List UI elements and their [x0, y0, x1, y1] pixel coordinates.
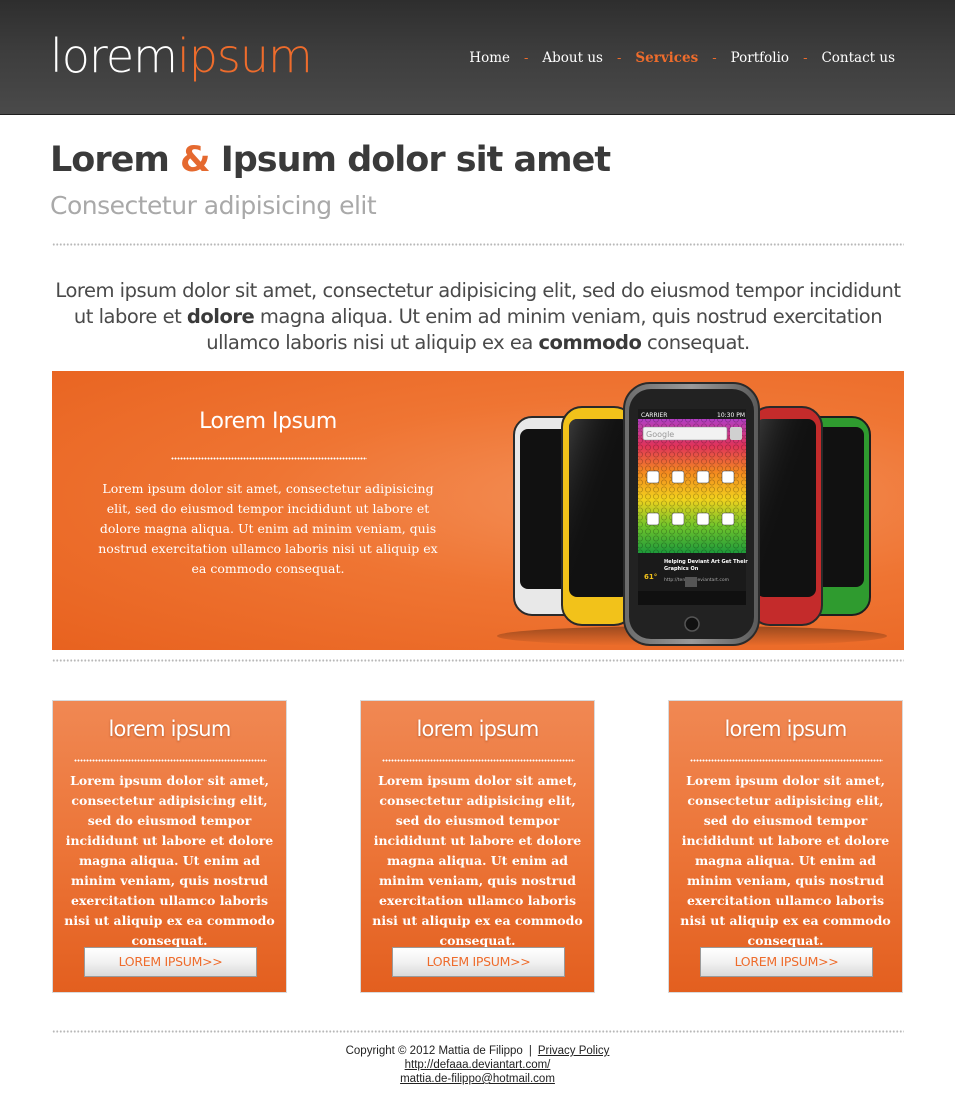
- feature-title: lorem ipsum: [108, 717, 232, 741]
- page-subtitle: Consectetur adipisicing elit: [50, 191, 377, 220]
- nav-item-contact[interactable]: Contact us: [821, 50, 895, 66]
- nav-separator: -: [712, 50, 717, 66]
- phone-widget-line1: Helping Deviant Art Get Their: [664, 559, 748, 565]
- page-title: Lorem & Ipsum dolor sit amet: [50, 140, 611, 180]
- feature-box: lorem ipsum Lorem ipsum dolor sit amet, …: [360, 700, 595, 993]
- footer-separator: |: [528, 1045, 532, 1057]
- phones-image: CARRIER 10:30 PM Google 61° Helping Devi…: [497, 382, 887, 646]
- nav-separator: -: [803, 50, 808, 66]
- phone-time: 10:30 PM: [717, 412, 745, 419]
- nav-item-home[interactable]: Home: [469, 50, 510, 66]
- nav-item-services[interactable]: Services: [635, 50, 698, 66]
- nav-item-portfolio[interactable]: Portfolio: [731, 50, 789, 66]
- logo-text-left: lorem: [50, 29, 178, 83]
- hero-title: Lorem Ipsum: [199, 409, 337, 434]
- feature-text: Lorem ipsum dolor sit amet, consectetur …: [372, 773, 583, 948]
- hero-banner: Lorem Ipsum Lorem ipsum dolor sit amet, …: [52, 371, 904, 650]
- footer-line-1: Copyright © 2012 Mattia de Filippo | Priva…: [0, 1044, 955, 1058]
- dotted-divider: [74, 759, 267, 762]
- site-logo[interactable]: loremipsum: [50, 26, 313, 86]
- feature-box: lorem ipsum Lorem ipsum dolor sit amet, …: [52, 700, 287, 993]
- intro-paragraph: Lorem ipsum dolor sit amet, consectetur …: [52, 278, 904, 356]
- feature-button[interactable]: LOREM IPSUM>>: [392, 947, 565, 977]
- feature-button[interactable]: LOREM IPSUM>>: [700, 947, 873, 977]
- site-header: loremipsum Home - About us - Services - …: [0, 0, 955, 115]
- phone-red: [749, 406, 823, 626]
- dotted-divider: [690, 759, 883, 762]
- intro-bold-word: dolore: [186, 305, 255, 328]
- feature-text: Lorem ipsum dolor sit amet, consectetur …: [64, 773, 275, 948]
- nav-separator: -: [524, 50, 529, 66]
- page-title-part2: Ipsum dolor sit amet: [209, 140, 611, 180]
- email-link[interactable]: mattia.de-filippo@hotmail.com: [400, 1073, 555, 1085]
- nav-separator: -: [616, 50, 622, 66]
- intro-text: consequat.: [641, 331, 750, 354]
- feature-title: lorem ipsum: [724, 717, 848, 741]
- phone-widget-line2: Graphics On: [664, 566, 699, 572]
- phone-search-text: Google: [646, 430, 674, 439]
- phone-carrier: CARRIER: [641, 412, 667, 419]
- logo-text-right: ipsum: [176, 29, 313, 83]
- page-title-ampersand: &: [180, 140, 211, 180]
- deviantart-link[interactable]: http://defaaa.deviantart.com/: [405, 1059, 551, 1071]
- feature-title: lorem ipsum: [416, 717, 540, 741]
- intro-bold-word: commodo: [538, 331, 642, 354]
- hero-text: Lorem ipsum dolor sit amet, consectetur …: [98, 481, 438, 576]
- phone-temp: 61°: [644, 573, 657, 581]
- phone-center: CARRIER 10:30 PM Google 61° Helping Devi…: [623, 382, 760, 646]
- main-nav: Home - About us - Services - Portfolio -…: [469, 50, 895, 66]
- feature-button[interactable]: LOREM IPSUM>>: [84, 947, 257, 977]
- feature-box: lorem ipsum Lorem ipsum dolor sit amet, …: [668, 700, 903, 993]
- copyright-text: Copyright © 2012 Mattia de Filippo: [345, 1045, 523, 1057]
- feature-text: Lorem ipsum dolor sit amet, consectetur …: [680, 773, 891, 948]
- site-footer: Copyright © 2012 Mattia de Filippo | Priva…: [0, 1044, 955, 1086]
- dotted-divider: [382, 759, 575, 762]
- dotted-divider: [171, 457, 367, 460]
- nav-item-about[interactable]: About us: [542, 50, 603, 66]
- privacy-policy-link[interactable]: Privacy Policy: [538, 1045, 610, 1057]
- dotted-divider: [52, 243, 904, 246]
- dotted-divider: [52, 659, 904, 662]
- page-title-part1: Lorem: [50, 140, 181, 180]
- dotted-divider: [52, 1030, 904, 1033]
